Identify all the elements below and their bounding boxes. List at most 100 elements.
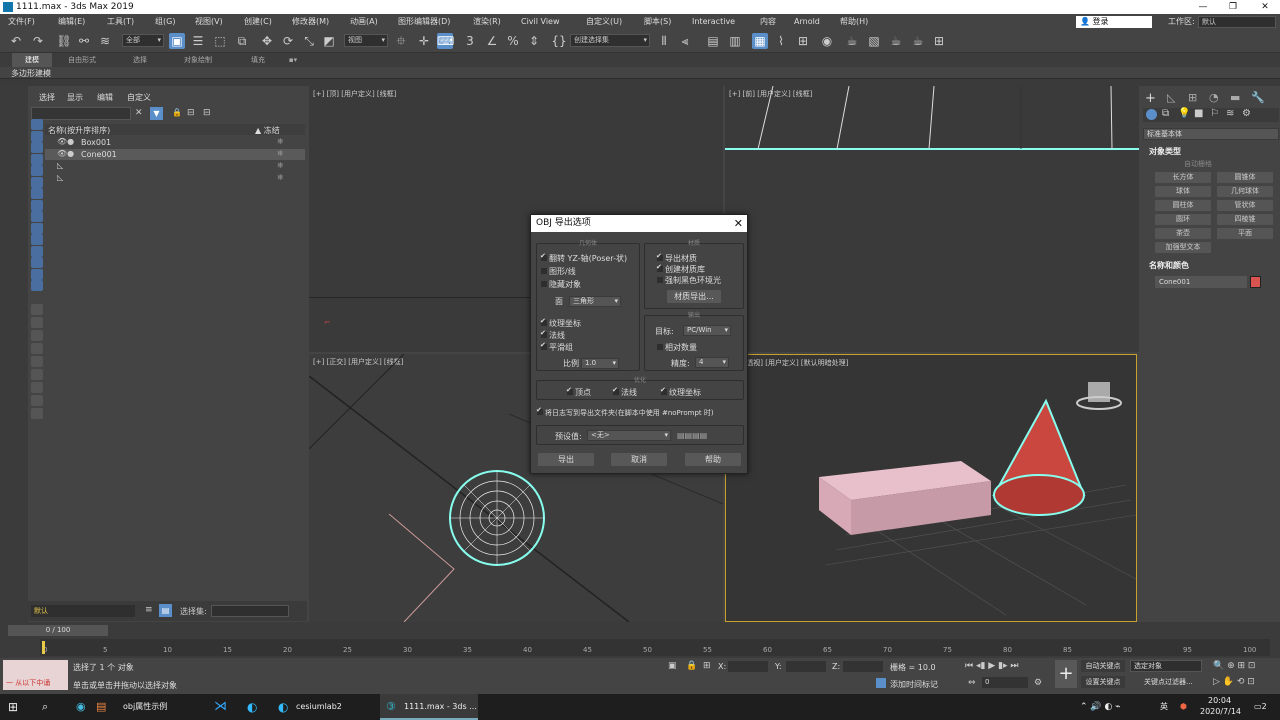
- scene-menu-display[interactable]: 显示: [67, 92, 83, 103]
- scene-filter-icon[interactable]: [31, 245, 43, 257]
- select-object-icon[interactable]: ▣: [169, 33, 185, 49]
- col-freeze-header[interactable]: ▲ 冻结: [255, 125, 280, 136]
- create-button[interactable]: 茶壶: [1155, 228, 1211, 239]
- bind-spacewarp-icon[interactable]: ≋: [97, 33, 113, 49]
- scene-menu-edit[interactable]: 编辑: [97, 92, 113, 103]
- object-type-rollout[interactable]: 对象类型: [1149, 146, 1181, 157]
- time-config-icon[interactable]: ⚙: [1034, 678, 1042, 688]
- ribbon-options-icon[interactable]: ▪▾: [286, 53, 300, 67]
- cancel-button[interactable]: 取消: [611, 453, 667, 466]
- redo-icon[interactable]: ↷: [30, 33, 46, 49]
- create-button[interactable]: 圆锥体: [1217, 172, 1273, 183]
- scene-filter-icon[interactable]: [31, 330, 43, 341]
- selection-lock-icon[interactable]: 🔒: [686, 661, 697, 671]
- create-button[interactable]: 四棱锥: [1217, 214, 1273, 225]
- clock-date[interactable]: 2020/7/14: [1200, 707, 1241, 716]
- material-export-button[interactable]: 材质导出...: [667, 290, 721, 303]
- scene-explorer-toggle-icon[interactable]: ▤: [159, 604, 172, 617]
- minimize-button[interactable]: —: [1188, 0, 1218, 14]
- col-name-header[interactable]: 名称(按升序排序): [48, 125, 110, 136]
- tray-app-icon[interactable]: ⬢: [1180, 694, 1187, 720]
- menu-item-10[interactable]: Civil View: [521, 14, 560, 29]
- cesiumlab-icon[interactable]: ◐: [278, 694, 288, 720]
- rotate-icon[interactable]: ⟳: [280, 33, 296, 49]
- spacewarps-icon[interactable]: ≋: [1226, 108, 1234, 119]
- preset-select[interactable]: <无>: [587, 430, 671, 441]
- layer-dropdown[interactable]: 默认: [31, 605, 135, 617]
- create-button[interactable]: 球体: [1155, 186, 1211, 197]
- scene-filter-icon[interactable]: [31, 199, 43, 211]
- scene-row[interactable]: 👁● Cone001 ❄: [45, 149, 305, 160]
- spinner-snap-icon[interactable]: ⇕: [526, 33, 542, 49]
- set-key-button[interactable]: 设置关键点: [1081, 676, 1125, 688]
- current-frame-input[interactable]: 0: [982, 677, 1028, 688]
- app1-icon[interactable]: ▤: [96, 694, 106, 720]
- shapes-icon[interactable]: ⧉: [1162, 108, 1169, 119]
- angle-snap-icon[interactable]: ∠: [484, 33, 500, 49]
- smoothing-checkbox[interactable]: 平滑组: [540, 341, 573, 353]
- clock-time[interactable]: 20:04: [1208, 696, 1231, 705]
- maximize-button[interactable]: ❐: [1218, 0, 1248, 14]
- systems-icon[interactable]: ⚙: [1242, 108, 1251, 119]
- workspace-select[interactable]: 默认: [1198, 16, 1276, 28]
- create-button[interactable]: 长方体: [1155, 172, 1211, 183]
- rendered-frame-icon[interactable]: ▧: [866, 33, 882, 49]
- name-color-rollout[interactable]: 名称和颜色: [1149, 260, 1189, 271]
- pivot-center-icon[interactable]: ⯐: [393, 33, 409, 49]
- render-production-icon[interactable]: ☕: [888, 33, 904, 49]
- menu-item-7[interactable]: 动画(A): [350, 14, 378, 29]
- helpers-icon[interactable]: ⚐: [1210, 108, 1219, 119]
- scene-filter-icon[interactable]: [31, 257, 43, 268]
- tray-icons[interactable]: ⌃ 🔊 ◐ ⌁: [1080, 694, 1121, 720]
- isolate-icon[interactable]: ▣: [668, 661, 677, 671]
- maxscript-listener[interactable]: 一 从以下中诵: [3, 660, 68, 690]
- placement-icon[interactable]: ◩: [321, 33, 337, 49]
- menu-item-15[interactable]: Arnold: [794, 14, 820, 29]
- scene-filter-icon[interactable]: [31, 280, 43, 291]
- scene-filter-icon[interactable]: [31, 356, 43, 367]
- export-button[interactable]: 导出: [538, 453, 594, 466]
- menu-item-5[interactable]: 创建(C): [244, 14, 272, 29]
- cesium-icon[interactable]: ◐: [247, 694, 257, 720]
- login-dropdown[interactable]: 👤 登录: [1076, 16, 1152, 28]
- start-icon[interactable]: ⊞: [8, 694, 18, 720]
- selection-set-dropdown[interactable]: [211, 605, 289, 617]
- normals-checkbox[interactable]: 法线: [540, 329, 565, 341]
- layers-icon[interactable]: ≡: [145, 605, 153, 615]
- scene-explorer-icon[interactable]: ▤: [705, 33, 721, 49]
- opt-texcoords-checkbox[interactable]: 纹理坐标: [660, 386, 701, 398]
- unlink-icon[interactable]: ⚯: [76, 33, 92, 49]
- create-button[interactable]: 圆柱体: [1155, 200, 1211, 211]
- key-mode-icon[interactable]: ⇔: [968, 678, 976, 688]
- select-by-name-icon[interactable]: ☰: [190, 33, 206, 49]
- scene-filter-icon[interactable]: [31, 142, 43, 153]
- mirror-icon[interactable]: ⫴: [656, 33, 672, 49]
- scene-filter-icon[interactable]: [31, 119, 43, 130]
- taskbar-app-cesiumlab[interactable]: cesiumlab2: [296, 694, 342, 720]
- shapes-checkbox[interactable]: 图形/线: [541, 266, 576, 277]
- create-matlib-checkbox[interactable]: 创建材质库: [656, 263, 705, 275]
- edit-named-sets-icon[interactable]: {}: [551, 33, 567, 49]
- notification-icon[interactable]: ▭2: [1254, 694, 1267, 720]
- scene-filter-icon[interactable]: [31, 165, 43, 176]
- hidden-checkbox[interactable]: 隐藏对象: [541, 279, 581, 290]
- create-tab-icon[interactable]: +: [1145, 91, 1156, 106]
- scene-filter-icon[interactable]: [31, 222, 43, 234]
- keyboard-shortcut-icon[interactable]: ⌨: [437, 33, 454, 49]
- polygon-modeling-label[interactable]: 多边形建模: [11, 68, 51, 79]
- hierarchy-icon[interactable]: ⊟: [187, 108, 195, 118]
- cameras-icon[interactable]: ■: [1194, 108, 1203, 119]
- nav-controls-icon[interactable]: 🔍 ⊕ ⊞ ⊡: [1213, 661, 1255, 671]
- add-time-tag[interactable]: 添加时间标记: [890, 679, 938, 690]
- move-icon[interactable]: ✥: [259, 33, 275, 49]
- tab-object-paint[interactable]: 对象绘制: [172, 53, 224, 67]
- link-icon[interactable]: ⛓: [56, 33, 72, 49]
- menu-item-13[interactable]: Interactive: [692, 14, 735, 29]
- visibility-icon[interactable]: ◺: [57, 173, 63, 182]
- help-button[interactable]: 帮助: [685, 453, 741, 466]
- rect-selection-icon[interactable]: ⬚: [212, 33, 228, 49]
- scale-icon[interactable]: ⤡: [301, 33, 317, 49]
- scene-filter-icon[interactable]: [31, 395, 43, 406]
- create-button[interactable]: 平面: [1217, 228, 1273, 239]
- menu-item-12[interactable]: 脚本(S): [644, 14, 671, 29]
